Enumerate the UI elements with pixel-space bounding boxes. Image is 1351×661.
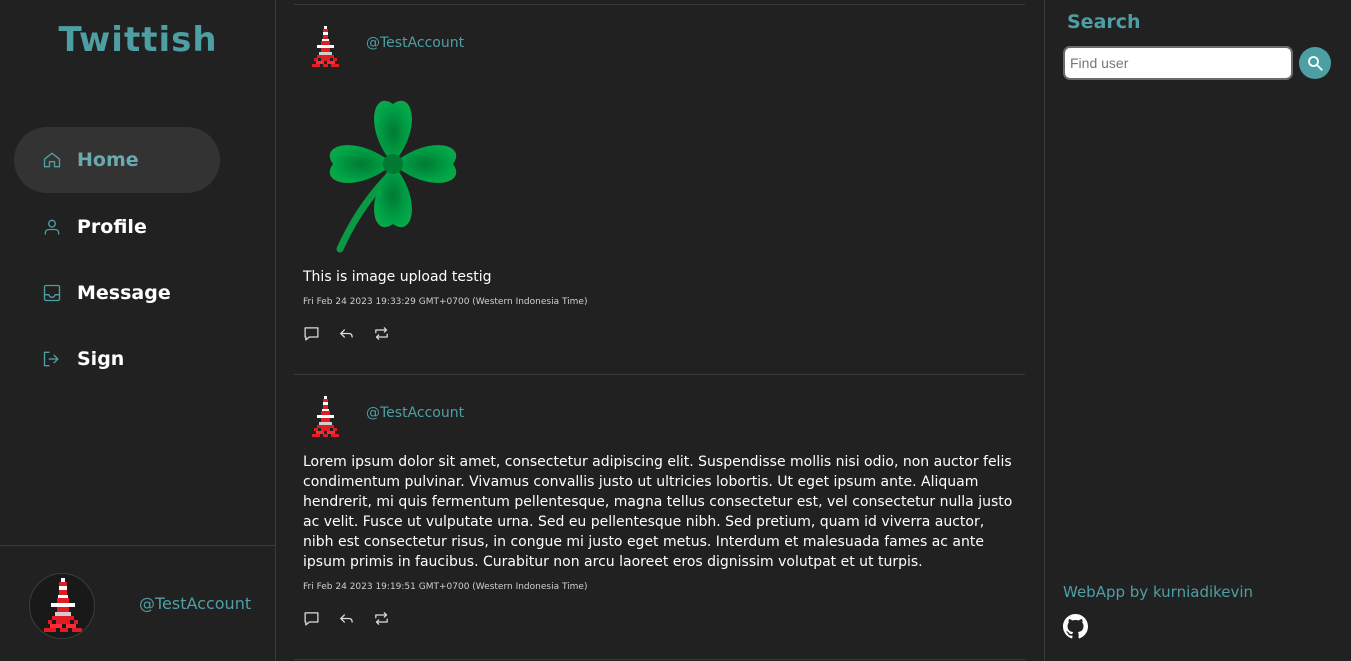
- post-avatar[interactable]: [308, 26, 344, 70]
- post-author-handle[interactable]: @TestAccount: [366, 35, 464, 51]
- search-button[interactable]: [1299, 47, 1331, 79]
- post-timestamp: Fri Feb 24 2023 19:19:51 GMT+0700 (Weste…: [303, 582, 588, 592]
- nav-label-home: Home: [77, 149, 139, 171]
- post-avatar[interactable]: [308, 396, 344, 440]
- credit-link[interactable]: WebApp by kurniadikevin: [1063, 583, 1253, 601]
- post-actions: [303, 610, 390, 627]
- search-input[interactable]: [1063, 46, 1293, 80]
- github-icon[interactable]: [1063, 614, 1088, 639]
- nav-label-profile: Profile: [77, 216, 147, 238]
- nav-item-profile[interactable]: Profile: [14, 194, 220, 260]
- home-icon: [42, 150, 62, 170]
- nav-label-sign: Sign: [77, 348, 125, 370]
- reply-icon[interactable]: [338, 325, 355, 342]
- post-card[interactable]: @TestAccount Lorem ipsum dolor sit amet,…: [294, 374, 1025, 660]
- post-author-handle[interactable]: @TestAccount: [366, 405, 464, 421]
- sign-in-icon: [42, 349, 62, 369]
- retweet-icon[interactable]: [373, 610, 390, 627]
- inbox-icon: [42, 283, 62, 303]
- nav-item-home[interactable]: Home: [14, 127, 220, 193]
- retweet-icon[interactable]: [373, 325, 390, 342]
- right-panel: Search WebApp by kurniadikevin: [1044, 0, 1351, 661]
- post-actions: [303, 325, 390, 342]
- search-icon: [1306, 54, 1324, 72]
- left-sidebar: Twittish Home Profile Message Sign @Test…: [0, 0, 276, 661]
- account-bar[interactable]: @TestAccount: [0, 545, 276, 661]
- comment-icon[interactable]: [303, 325, 320, 342]
- feed: @TestAccount This is image upload testig…: [276, 0, 1044, 661]
- account-handle[interactable]: @TestAccount: [139, 594, 251, 613]
- post-image[interactable]: [318, 89, 468, 254]
- avatar[interactable]: [29, 573, 95, 639]
- user-icon: [42, 217, 62, 237]
- post-timestamp: Fri Feb 24 2023 19:33:29 GMT+0700 (Weste…: [303, 297, 588, 307]
- reply-icon[interactable]: [338, 610, 355, 627]
- nav-label-message: Message: [77, 282, 171, 304]
- nav-item-sign[interactable]: Sign: [14, 326, 220, 392]
- app-logo-title[interactable]: Twittish: [0, 20, 276, 60]
- search-title: Search: [1067, 11, 1141, 33]
- nav-item-message[interactable]: Message: [14, 260, 220, 326]
- post-text: Lorem ipsum dolor sit amet, consectetur …: [303, 454, 1013, 570]
- post-card[interactable]: @TestAccount This is image upload testig…: [294, 4, 1025, 374]
- post-text: This is image upload testig: [303, 269, 492, 285]
- comment-icon[interactable]: [303, 610, 320, 627]
